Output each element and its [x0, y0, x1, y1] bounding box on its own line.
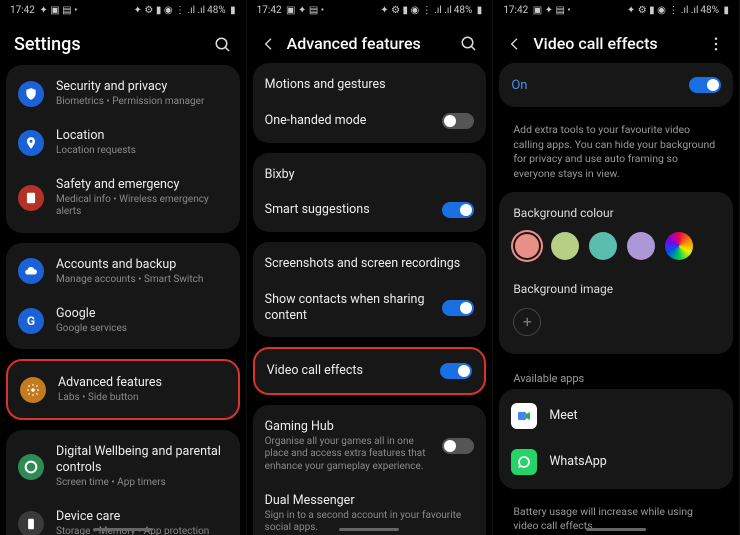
video-call-effects-pane: 17:42 ▣ ✦ ▤ • ✦ ⚙ ▮ ◉ ⋮ .ıl .ıl 48% ▮ Vi…: [493, 0, 740, 535]
status-bar: 17:42 ▣ ✦ ▤ • ✦ ⚙ ▮ ◉ ⋮ .ıl .ıl 48% ▮: [493, 0, 739, 20]
description: Add extra tools to your favourite video …: [499, 117, 733, 192]
nav-bar[interactable]: [586, 528, 646, 531]
add-image-button[interactable]: +: [513, 308, 541, 336]
page-title: Video call effects: [533, 34, 697, 53]
row-screenshots[interactable]: Screenshots and screen recordings: [253, 246, 487, 282]
cloud-icon: [18, 258, 44, 284]
row-bixby[interactable]: Bixby: [253, 157, 487, 193]
row-one-handed[interactable]: One-handed mode: [253, 103, 487, 139]
colour-green[interactable]: [551, 232, 579, 260]
settings-item-wellbeing[interactable]: Digital Wellbeing and parental controlsS…: [6, 434, 240, 499]
donut-icon: [18, 454, 44, 480]
back-icon[interactable]: [507, 36, 523, 52]
settings-item-advanced-features[interactable]: Advanced featuresLabs • Side button: [8, 365, 238, 414]
settings-header: Settings: [0, 20, 246, 65]
nav-bar[interactable]: [93, 528, 153, 531]
toggle-gaming-hub[interactable]: [442, 438, 474, 454]
row-video-call-effects[interactable]: Video call effects: [255, 353, 485, 389]
settings-item-google[interactable]: G GoogleGoogle services: [6, 296, 240, 345]
bg-colour-label: Background colour: [499, 196, 733, 224]
toggle-smart-suggestions[interactable]: [442, 202, 474, 218]
row-show-contacts[interactable]: Show contacts when sharing content: [253, 282, 487, 333]
google-icon: G: [18, 308, 44, 334]
row-gaming-hub[interactable]: Gaming HubOrganise all your games all in…: [253, 409, 487, 483]
status-bar: 17:42 ▣ ✦ ▤ • ✦ ⚙ ▮ ◉ ⋮ .ıl .ıl 48% ▮: [247, 0, 493, 20]
settings-item-safety[interactable]: Safety and emergencyMedical info • Wirel…: [6, 167, 240, 229]
app-meet[interactable]: Meet: [499, 393, 733, 439]
on-label: On: [511, 78, 677, 93]
meet-icon: [511, 403, 537, 429]
bg-image-label: Background image: [499, 274, 733, 300]
row-smart-suggestions[interactable]: Smart suggestions: [253, 192, 487, 228]
toggle-show-contacts[interactable]: [442, 300, 474, 316]
phone-icon: [18, 511, 44, 535]
status-bar: 17:42 ✦ ▣ ▤ • ✦ ⚙ ▮ ◉ ⋮ .ıl .ıl 48% ▮: [0, 0, 246, 20]
toggle-on[interactable]: [689, 77, 721, 93]
colour-picker: [499, 224, 733, 274]
page-title: Advanced features: [287, 34, 451, 53]
app-whatsapp[interactable]: WhatsApp: [499, 439, 733, 485]
colour-teal[interactable]: [589, 232, 617, 260]
settings-item-location[interactable]: LocationLocation requests: [6, 118, 240, 167]
shield-icon: [18, 81, 44, 107]
back-icon[interactable]: [261, 36, 277, 52]
whatsapp-icon: [511, 449, 537, 475]
settings-item-security[interactable]: Security and privacyBiometrics • Permiss…: [6, 69, 240, 118]
search-icon[interactable]: [460, 35, 478, 53]
colour-purple[interactable]: [627, 232, 655, 260]
row-motions[interactable]: Motions and gestures: [253, 67, 487, 103]
available-apps-label: Available apps: [499, 364, 733, 389]
advanced-features-pane: 17:42 ▣ ✦ ▤ • ✦ ⚙ ▮ ◉ ⋮ .ıl .ıl 48% ▮ Ad…: [247, 0, 494, 535]
search-icon[interactable]: [214, 36, 232, 54]
settings-item-accounts[interactable]: Accounts and backupManage accounts • Sma…: [6, 247, 240, 296]
row-on-toggle[interactable]: On: [499, 67, 733, 103]
pin-icon: [18, 130, 44, 156]
page-title: Settings: [14, 34, 204, 55]
alert-icon: [18, 185, 44, 211]
settings-pane: 17:42 ✦ ▣ ▤ • ✦ ⚙ ▮ ◉ ⋮ .ıl .ıl 48% ▮ Se…: [0, 0, 247, 535]
toggle-video-call-effects[interactable]: [440, 363, 472, 379]
colour-rainbow[interactable]: [665, 232, 693, 260]
more-icon[interactable]: [707, 35, 725, 53]
status-time: 17:42: [10, 5, 35, 16]
gear-icon: [20, 377, 46, 403]
status-battery: 48%: [207, 5, 226, 16]
toggle-one-handed[interactable]: [442, 113, 474, 129]
nav-bar[interactable]: [339, 528, 399, 531]
colour-pink[interactable]: [513, 232, 541, 260]
